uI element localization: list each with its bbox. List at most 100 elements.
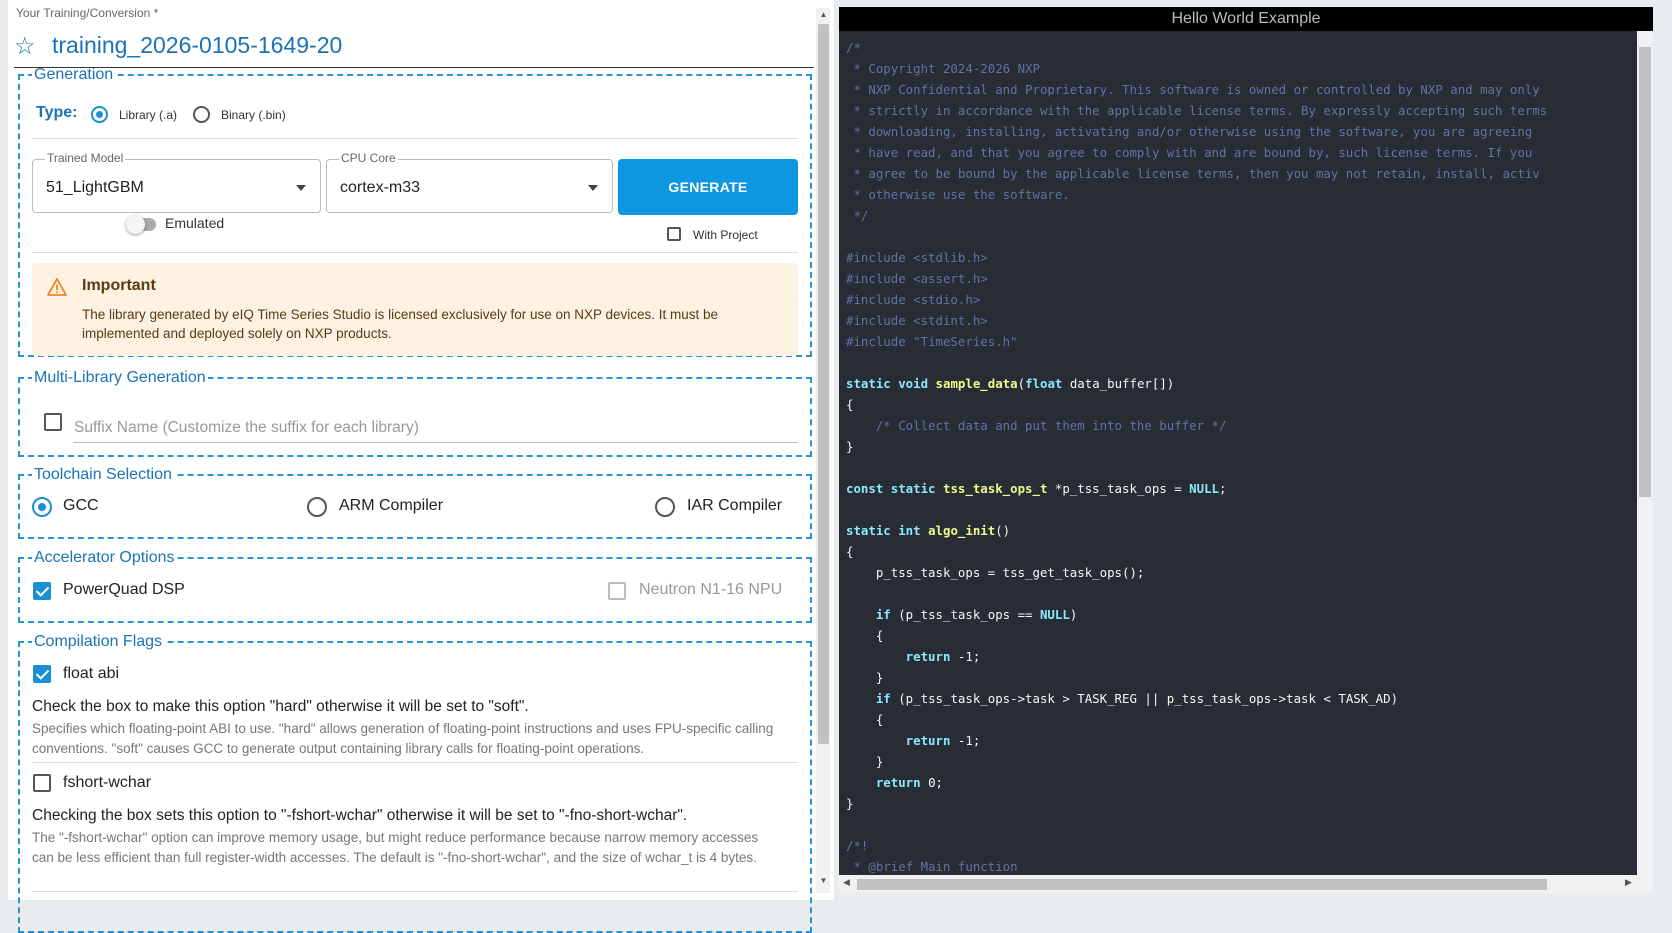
- emulated-toggle[interactable]: [126, 215, 145, 234]
- code-line: #include <assert.h>: [846, 268, 1636, 289]
- cpu-core-select[interactable]: CPU Core cortex-m33: [326, 151, 613, 213]
- type-binary-label[interactable]: Binary (.bin): [221, 108, 286, 122]
- toolchain-arm-label[interactable]: ARM Compiler: [339, 497, 443, 515]
- float-abi-description: Check the box to make this option "hard"…: [32, 698, 529, 715]
- training-title-row: ☆ training_2026-0105-1649-20: [14, 28, 814, 68]
- fshort-wchar-description: Checking the box sets this option to "-f…: [32, 807, 688, 824]
- code-token: static void: [846, 376, 936, 391]
- type-label: Type:: [36, 104, 78, 121]
- accelerator-legend: Accelerator Options: [34, 549, 175, 566]
- code-token: (p_tss_task_ops ==: [890, 607, 1040, 622]
- code-line: /*: [846, 37, 1636, 58]
- code-token: * strictly in accordance with the applic…: [846, 103, 1548, 118]
- code-line: * agree to be bound by the applicable li…: [846, 163, 1636, 184]
- code-token: * otherwise use the software.: [846, 187, 1070, 202]
- alert-body: The library generated by eIQ Time Series…: [82, 307, 719, 341]
- code-line: * Copyright 2024-2026 NXP: [846, 58, 1636, 79]
- suffix-input[interactable]: Suffix Name (Customize the suffix for ea…: [74, 419, 419, 437]
- code-token: #include <assert.h>: [846, 271, 988, 286]
- toolchain-iar-label[interactable]: IAR Compiler: [687, 497, 782, 515]
- divider: [32, 762, 798, 763]
- trained-model-select[interactable]: Trained Model 51_LightGBM: [32, 151, 321, 213]
- compilation-flags-legend: Compilation Flags: [34, 633, 163, 650]
- left-scrollbar-thumb[interactable]: [818, 24, 829, 744]
- code-token: sample_data: [935, 376, 1018, 391]
- code-line: if (p_tss_task_ops == NULL): [846, 604, 1636, 625]
- with-project-label: With Project: [693, 228, 758, 242]
- code-token: #include "TimeSeries.h": [846, 334, 1018, 349]
- divider: [32, 891, 798, 892]
- code-line: #include <stdlib.h>: [846, 247, 1636, 268]
- code-token: * downloading, installing, activating an…: [846, 124, 1533, 139]
- float-abi-label: float abi: [63, 665, 120, 682]
- code-token: }: [846, 439, 854, 454]
- code-line: const static tss_task_ops_t *p_tss_task_…: [846, 478, 1636, 499]
- code-token: #include <stdlib.h>: [846, 250, 988, 265]
- scroll-left-icon[interactable]: ◀: [843, 877, 850, 888]
- code-line: * otherwise use the software.: [846, 184, 1636, 205]
- code-token: NULL: [1189, 481, 1220, 496]
- code-line: if (p_tss_task_ops->task > TASK_REG || p…: [846, 688, 1636, 709]
- code-token: * have read, and that you agree to compl…: [846, 145, 1533, 160]
- code-vertical-scrollbar-thumb[interactable]: [1639, 47, 1651, 497]
- generation-legend: Generation: [34, 66, 114, 83]
- code-line: {: [846, 394, 1636, 415]
- neutron-label: Neutron N1-16 NPU: [639, 581, 783, 598]
- multi-library-section: Multi-Library Generation: [18, 369, 812, 457]
- type-library-label[interactable]: Library (.a): [119, 108, 177, 122]
- code-token: return: [846, 733, 951, 748]
- code-line: return 0;: [846, 772, 1636, 793]
- code-token: static int: [846, 523, 929, 538]
- code-token: (): [995, 523, 1011, 538]
- code-line: }: [846, 751, 1636, 772]
- trained-model-value: 51_LightGBM: [46, 179, 144, 196]
- code-viewer[interactable]: /* * Copyright 2024-2026 NXP * NXP Confi…: [846, 37, 1636, 875]
- powerquad-checkbox[interactable]: [33, 582, 51, 600]
- type-binary-radio[interactable]: [193, 106, 210, 123]
- toolchain-iar-radio[interactable]: [655, 497, 675, 517]
- code-token: }: [846, 754, 884, 769]
- code-horizontal-scrollbar-thumb[interactable]: [857, 879, 1547, 890]
- code-token: * agree to be bound by the applicable li…: [846, 166, 1540, 181]
- divider: [32, 138, 798, 139]
- fshort-wchar-checkbox[interactable]: [33, 774, 51, 792]
- float-abi-details: Specifies which floating-point ABI to us…: [32, 721, 774, 756]
- type-library-radio[interactable]: [91, 106, 108, 123]
- toolchain-gcc-radio[interactable]: [32, 497, 52, 517]
- code-line: {: [846, 709, 1636, 730]
- scroll-down-icon[interactable]: ▼: [818, 876, 829, 886]
- code-panel-title: Hello World Example: [839, 7, 1653, 31]
- emulated-label: Emulated: [165, 215, 225, 231]
- code-token: /*!: [846, 838, 869, 853]
- toolchain-arm-radio[interactable]: [307, 497, 327, 517]
- training-title: training_2026-0105-1649-20: [52, 32, 343, 58]
- code-token: if: [846, 607, 891, 622]
- fshort-wchar-label: fshort-wchar: [63, 774, 152, 791]
- code-line: }: [846, 667, 1636, 688]
- suffix-checkbox[interactable]: [44, 413, 62, 431]
- code-token: {: [846, 397, 854, 412]
- code-token: -1;: [950, 733, 981, 748]
- generate-button[interactable]: GENERATE: [618, 159, 798, 215]
- code-line: return -1;: [846, 646, 1636, 667]
- fshort-wchar-details: The "-fshort-wchar" option can improve m…: [32, 830, 759, 865]
- code-token: return: [846, 775, 921, 790]
- alert-title: Important: [82, 277, 156, 294]
- float-abi-checkbox[interactable]: [33, 665, 51, 683]
- star-icon[interactable]: ☆: [14, 32, 36, 61]
- neutron-checkbox: [608, 582, 626, 600]
- code-line: {: [846, 541, 1636, 562]
- toolchain-gcc-label[interactable]: GCC: [63, 497, 99, 515]
- powerquad-label: PowerQuad DSP: [63, 581, 185, 598]
- with-project-checkbox[interactable]: [667, 227, 681, 241]
- code-line: p_tss_task_ops = tss_get_task_ops();: [846, 562, 1636, 583]
- divider: [32, 252, 798, 253]
- code-line: static int algo_init(): [846, 520, 1636, 541]
- code-token: * @brief Main function: [846, 859, 1018, 874]
- scroll-right-icon[interactable]: ▶: [1625, 877, 1632, 888]
- scroll-up-icon[interactable]: ▲: [818, 10, 829, 20]
